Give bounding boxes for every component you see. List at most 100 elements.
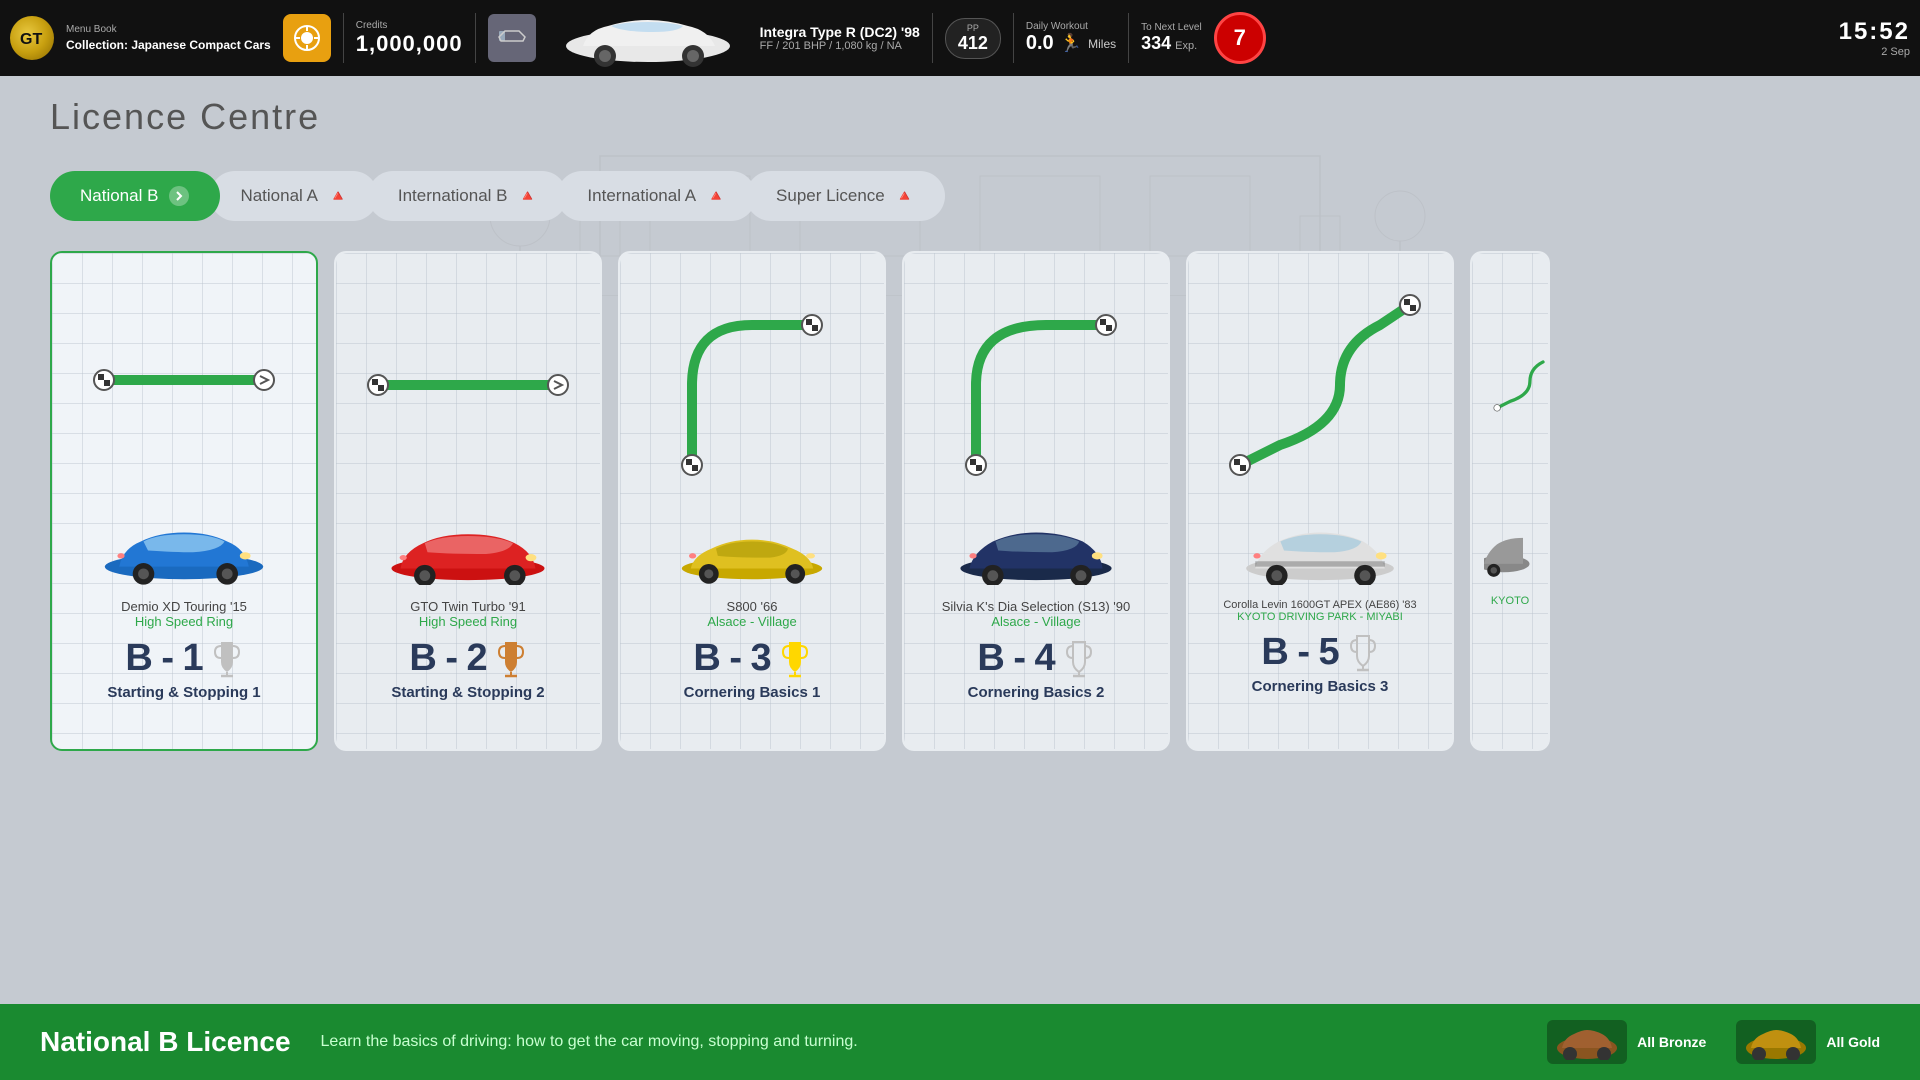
reward-bronze-car: [1547, 1020, 1627, 1064]
card-track-name-b2: High Speed Ring: [419, 614, 517, 629]
cone-icon-2: 🔺: [518, 186, 538, 206]
licence-code-b4: B - 4: [977, 637, 1054, 680]
divider-1: [343, 13, 344, 63]
card-car-b1: [64, 505, 304, 595]
card-car-name-b4: Silvia K's Dia Selection (S13) '90: [942, 599, 1131, 614]
card-b3[interactable]: S800 '66 Alsace - Village B - 3 Cornerin…: [618, 251, 886, 751]
card-car-b4: [916, 505, 1156, 595]
tab-national-a-label: National A: [240, 186, 318, 206]
time-block: 15:52 2 Sep: [1839, 18, 1910, 58]
menu-book-block: Menu Book Collection: Japanese Compact C…: [66, 23, 271, 54]
trophy-b3: [779, 638, 811, 680]
card-licence-row-b5: B - 5: [1261, 631, 1378, 674]
tab-active-arrow-icon: [168, 185, 190, 207]
card-track-name-b1: High Speed Ring: [135, 614, 233, 629]
card-track-b6: [1484, 265, 1536, 505]
card-licence-row-b3: B - 3: [693, 637, 810, 680]
collection-label: Collection: Japanese Compact Cars: [66, 37, 271, 54]
collection-icon[interactable]: [283, 14, 331, 62]
workout-value: 0.0: [1026, 32, 1054, 55]
time-date: 2 Sep: [1881, 46, 1910, 58]
next-level-block: To Next Level 334 Exp.: [1141, 22, 1202, 54]
car-info: Integra Type R (DC2) '98 FF / 201 BHP / …: [760, 24, 920, 52]
card-licence-row-b1: B - 1: [125, 637, 242, 680]
tab-national-b[interactable]: National B: [50, 171, 220, 221]
tab-international-a-label: International A: [587, 186, 696, 206]
card-car-b6: [1484, 505, 1536, 595]
card-track-name-b4: Alsace - Village: [991, 614, 1080, 629]
pp-badge: PP 412: [945, 18, 1001, 59]
reward-gold-car: [1736, 1020, 1816, 1064]
integra-car-image: [553, 8, 743, 68]
card-lesson-b4: Cornering Basics 2: [968, 684, 1105, 701]
car-name: Integra Type R (DC2) '98: [760, 24, 920, 40]
car-image-top: [548, 8, 748, 68]
card-b6[interactable]: KYOTO: [1470, 251, 1550, 751]
card-b5[interactable]: Corolla Levin 1600GT APEX (AE86) '83 KYO…: [1186, 251, 1454, 751]
level-circle: 7: [1214, 12, 1266, 64]
card-car-b3: [632, 505, 872, 595]
car-specs: FF / 201 BHP / 1,080 kg / NA: [760, 40, 920, 52]
licence-code-b3: B - 3: [693, 637, 770, 680]
card-b2[interactable]: GTO Twin Turbo '91 High Speed Ring B - 2…: [334, 251, 602, 751]
cone-icon-4: 🔺: [895, 186, 915, 206]
page-title: Licence Centre: [50, 96, 320, 138]
divider-2: [475, 13, 476, 63]
card-track-b5: [1200, 265, 1440, 505]
licence-code-b5: B - 5: [1261, 631, 1338, 674]
car-select-icon[interactable]: [488, 14, 536, 62]
card-licence-row-b4: B - 4: [977, 637, 1094, 680]
divider-3: [932, 13, 933, 63]
card-track-name-b3: Alsace - Village: [707, 614, 796, 629]
time-value: 15:52: [1839, 18, 1910, 46]
bottom-bar-title: National B Licence: [40, 1026, 291, 1058]
cone-icon-1: 🔺: [328, 186, 348, 206]
card-b1[interactable]: Demio XD Touring '15 High Speed Ring B -…: [50, 251, 318, 751]
tab-super-licence[interactable]: Super Licence 🔺: [746, 171, 945, 221]
reward-gold-block: All Gold: [1736, 1020, 1880, 1064]
card-car-name-b2: GTO Twin Turbo '91: [410, 599, 525, 614]
tab-national-a[interactable]: National A 🔺: [210, 171, 377, 221]
workout-label: Daily Workout: [1026, 21, 1088, 32]
card-b4[interactable]: Silvia K's Dia Selection (S13) '90 Alsac…: [902, 251, 1170, 751]
credits-value: 1,000,000: [356, 31, 463, 57]
tab-international-b[interactable]: International B 🔺: [368, 171, 568, 221]
player-level: 7: [1234, 25, 1246, 51]
reward-gold-label: All Gold: [1826, 1034, 1880, 1050]
menu-book-label: Menu Book: [66, 23, 271, 37]
divider-5: [1128, 13, 1129, 63]
pp-value: 412: [958, 33, 988, 54]
trophy-b2: [495, 638, 527, 680]
run-icon: 🏃: [1060, 33, 1082, 54]
tab-international-a[interactable]: International A 🔺: [557, 171, 756, 221]
card-track-name-b5: KYOTO DRIVING PARK - MIYABI: [1237, 611, 1403, 623]
card-lesson-b2: Starting & Stopping 2: [391, 684, 544, 701]
card-car-name-b1: Demio XD Touring '15: [121, 599, 247, 614]
tab-super-licence-label: Super Licence: [776, 186, 885, 206]
licence-code-b2: B - 2: [409, 637, 486, 680]
main-content: Licence Centre National B National A 🔺 I…: [0, 76, 1920, 1080]
cards-area: Demio XD Touring '15 High Speed Ring B -…: [50, 251, 1910, 751]
card-licence-row-b2: B - 2: [409, 637, 526, 680]
next-level-label: To Next Level: [1141, 22, 1202, 33]
tab-international-b-label: International B: [398, 186, 508, 206]
credits-block: Credits 1,000,000: [356, 20, 463, 57]
pp-label: PP: [967, 23, 979, 33]
reward-bronze-block: All Bronze: [1547, 1020, 1706, 1064]
card-car-name-b5: Corolla Levin 1600GT APEX (AE86) '83: [1223, 599, 1416, 611]
trophy-b1: [211, 638, 243, 680]
card-car-name-b3: S800 '66: [727, 599, 778, 614]
card-car-b2: [348, 505, 588, 595]
top-bar: GT Menu Book Collection: Japanese Compac…: [0, 0, 1920, 76]
card-lesson-b1: Starting & Stopping 1: [107, 684, 260, 701]
licence-code-b1: B - 1: [125, 637, 202, 680]
workout-block: Daily Workout 0.0 🏃 Miles: [1026, 21, 1116, 55]
card-track-b2: [348, 265, 588, 505]
card-track-name-b6: KYOTO: [1491, 595, 1529, 607]
gt-logo: GT: [10, 16, 54, 60]
tab-national-b-label: National B: [80, 186, 158, 206]
cone-icon-3: 🔺: [706, 186, 726, 206]
workout-unit: Miles: [1088, 37, 1116, 51]
card-car-b5: [1200, 505, 1440, 595]
next-level-value: 334: [1141, 33, 1171, 54]
